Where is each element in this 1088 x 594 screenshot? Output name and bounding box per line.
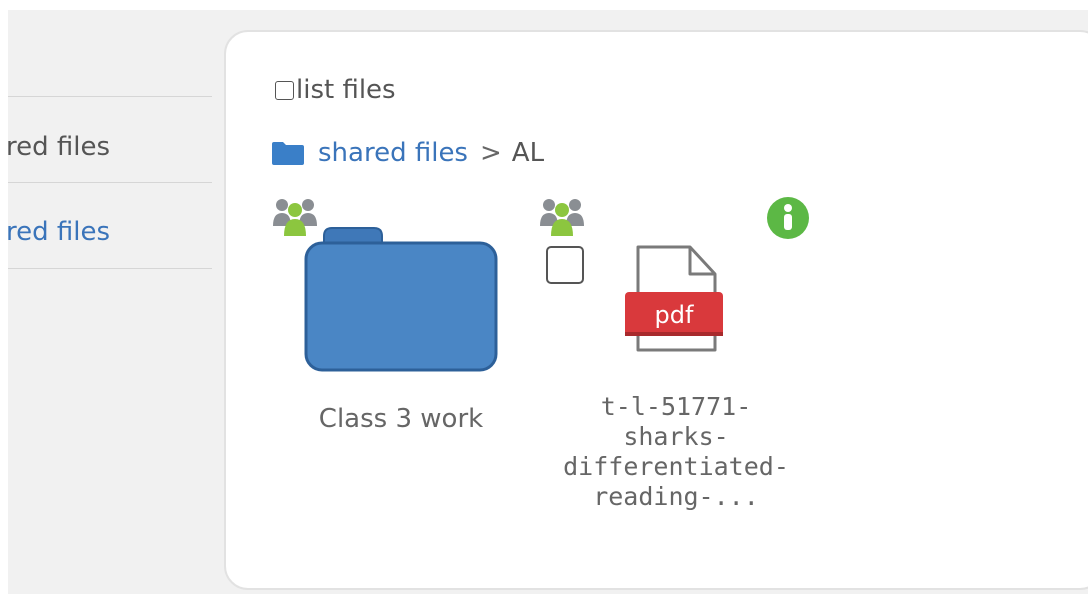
sidebar-divider [8,96,212,97]
top-band [8,0,1088,10]
file-name-line: differentiated- [563,452,789,481]
file-name-line: reading-... [593,482,759,511]
sidebar-item-shared-files[interactable]: shared files [8,127,212,167]
folder-name: Class 3 work [318,404,484,434]
info-icon[interactable] [766,196,810,240]
breadcrumb-current: AL [511,138,545,168]
list-files-checkbox[interactable] [275,80,294,100]
sidebar-item-label: Shared files [8,217,110,247]
sidebar: shared files Shared files [8,10,212,594]
sidebar-item-label: shared files [8,132,110,162]
sidebar-item-shared-files-selected[interactable]: Shared files [8,212,212,252]
list-files-toggle[interactable]: list files [275,74,396,106]
list-files-label: list files [296,75,396,105]
file-name-line: t-l-51771- [600,392,752,421]
folder-icon [272,142,304,165]
file-name-line: sharks- [623,422,729,451]
breadcrumb-root-link[interactable]: shared files [318,138,468,168]
folder-class-3-work[interactable] [304,224,498,374]
sidebar-divider [8,268,212,269]
pdf-file-name: t-l-51771- sharks- differentiated- readi… [548,392,804,512]
left-edge [0,0,8,594]
pdf-badge-label: pdf [655,301,694,329]
breadcrumb: shared files > AL [270,136,544,170]
folder-icon [304,227,498,372]
sidebar-divider [8,182,212,183]
breadcrumb-separator: > [479,138,502,168]
shared-users-icon [537,196,587,240]
pdf-file-icon[interactable]: pdf [620,244,730,354]
file-select-checkbox[interactable] [546,246,584,284]
